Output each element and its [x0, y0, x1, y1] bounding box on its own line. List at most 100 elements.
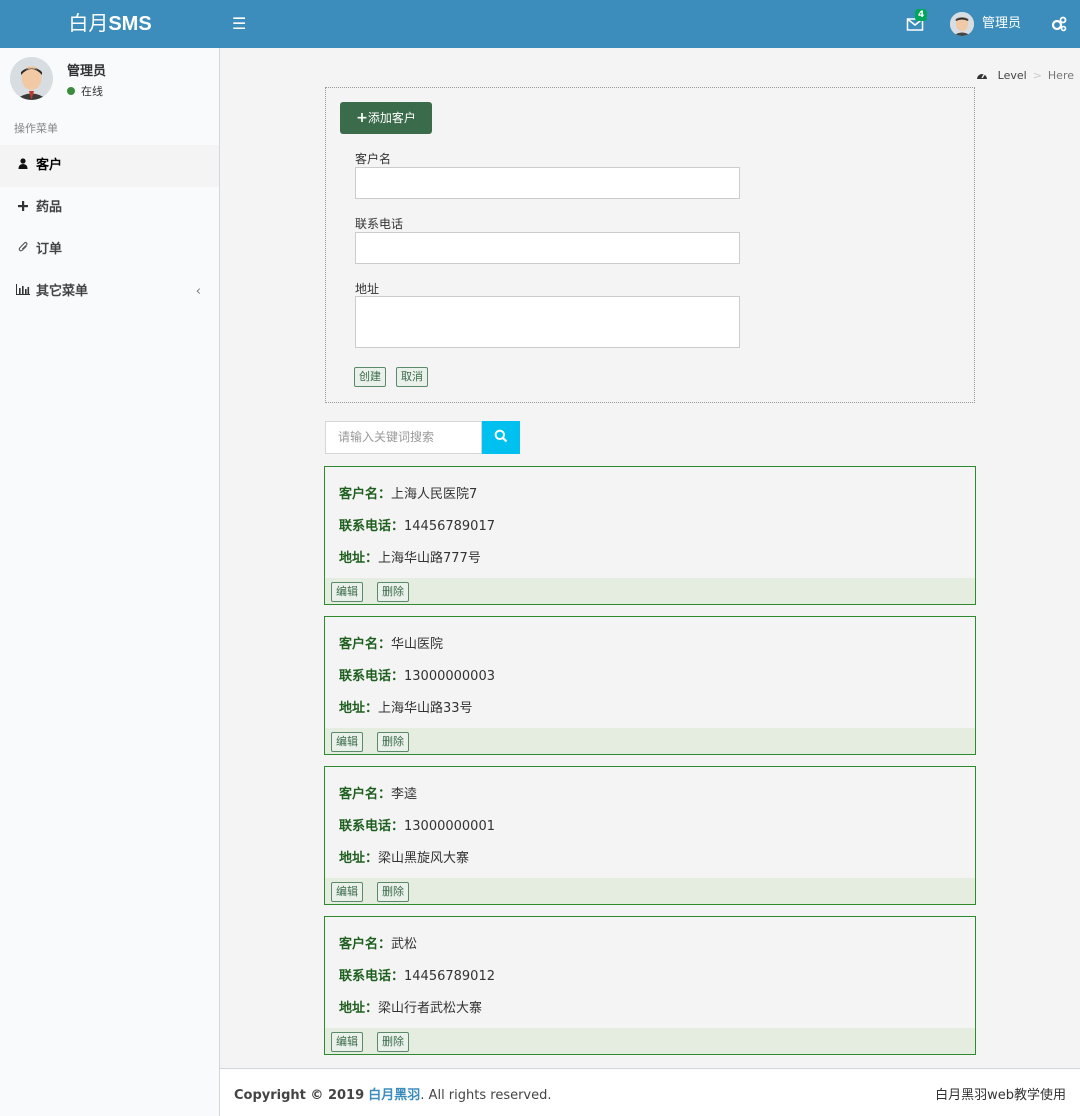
customer-phone-row: 联系电话：14456789012 — [339, 965, 495, 984]
customer-address-label: 地址： — [339, 701, 379, 716]
delete-button[interactable]: 删除 — [377, 732, 409, 752]
customer-name-row: 客户名：李逵 — [339, 783, 417, 802]
user-icon — [16, 145, 30, 187]
phone-field[interactable] — [355, 232, 740, 264]
breadcrumb-here: Here — [1047, 69, 1074, 82]
avatar — [10, 57, 53, 100]
customer-name-row: 客户名：华山医院 — [339, 633, 443, 652]
customer-phone-label: 联系电话： — [339, 519, 405, 534]
customer-card: 客户名：上海人民医院7 联系电话：14456789017 地址：上海华山路777… — [324, 466, 976, 605]
search-button[interactable] — [482, 421, 520, 454]
copyright: Copyright © 2019 白月黑羽. All rights reserv… — [234, 1084, 552, 1103]
customer-name-label: 客户名： — [339, 787, 392, 802]
customer-actions: 编辑 删除 — [325, 1028, 975, 1054]
customer-address-label: 地址： — [339, 851, 379, 866]
copyright-prefix: Copyright © 2019 — [234, 1088, 365, 1103]
edit-button[interactable]: 编辑 — [331, 882, 363, 902]
sidebar-item-customers[interactable]: 客户 — [0, 145, 219, 187]
top-navbar: 白月SMS ☰ 4 管理员 — [0, 0, 1080, 48]
breadcrumb: Level > Here — [976, 69, 1074, 82]
sidebar-item-orders[interactable]: 订单 — [0, 229, 219, 271]
sidebar-item-label: 客户 — [36, 158, 63, 173]
customer-phone-row: 联系电话：13000000001 — [339, 815, 495, 834]
sidebar-item-medicines[interactable]: 药品 — [0, 187, 219, 229]
customer-address-row: 地址：梁山黑旋风大寨 — [339, 847, 469, 866]
main-content: Level > Here +添加客户 客户名 联系电话 地址 创建 取消 请输入关键… — [220, 48, 1080, 1068]
bar-chart-icon — [16, 271, 30, 313]
customer-name-label: 客户名： — [339, 487, 392, 502]
delete-button[interactable]: 删除 — [377, 582, 409, 602]
add-customer-button-label: 添加客户 — [367, 111, 416, 125]
add-customer-button[interactable]: +添加客户 — [340, 102, 432, 134]
gears-icon[interactable] — [1050, 14, 1068, 34]
search-bar: 请输入关键词搜索 — [325, 421, 521, 454]
app-logo[interactable]: 白月SMS — [0, 0, 220, 48]
delete-button[interactable]: 删除 — [377, 882, 409, 902]
create-button[interactable]: 创建 — [354, 367, 386, 387]
customer-address-value: 上海华山路777号 — [378, 551, 481, 566]
customer-phone-value: 13000000001 — [404, 819, 495, 834]
sidebar-section-header: 操作菜单 — [14, 122, 58, 135]
address-textarea[interactable] — [355, 296, 740, 348]
chevron-left-icon: ‹ — [195, 284, 201, 299]
plus-icon — [16, 187, 30, 229]
sidebar: 管理员 在线 操作菜单 客户 药品 订单 其它菜单 ‹ — [0, 48, 220, 1116]
customer-actions: 编辑 删除 — [325, 878, 975, 904]
brand-link[interactable]: 白月黑羽 — [368, 1088, 420, 1103]
customer-phone-label: 联系电话： — [339, 669, 405, 684]
customer-card: 客户名：华山医院 联系电话：13000000003 地址：上海华山路33号 编辑… — [324, 616, 976, 755]
customer-name-label: 客户名： — [339, 937, 392, 952]
copyright-suffix: . All rights reserved. — [420, 1088, 552, 1103]
add-customer-form: +添加客户 客户名 联系电话 地址 创建 取消 — [325, 87, 975, 403]
customer-name-field[interactable] — [355, 167, 740, 199]
customer-name-label: 客户名： — [339, 637, 392, 652]
sidebar-item-label: 其它菜单 — [36, 284, 89, 299]
breadcrumb-separator: > — [1032, 69, 1042, 82]
customer-address-value: 梁山行者武松大寨 — [378, 1001, 483, 1016]
sidebar-item-label: 药品 — [36, 200, 63, 215]
address-label: 地址 — [355, 282, 380, 296]
sidebar-item-label: 订单 — [36, 242, 63, 257]
sidebar-user-name: 管理员 — [67, 64, 107, 79]
customer-address-label: 地址： — [339, 551, 379, 566]
user-menu-name[interactable]: 管理员 — [982, 15, 1021, 33]
customer-address-label: 地址： — [339, 1001, 379, 1016]
breadcrumb-level[interactable]: Level — [998, 69, 1027, 82]
paperclip-icon — [16, 229, 30, 271]
phone-label: 联系电话 — [355, 217, 404, 231]
customer-card: 客户名：武松 联系电话：14456789012 地址：梁山行者武松大寨 编辑 删… — [324, 916, 976, 1055]
edit-button[interactable]: 编辑 — [331, 582, 363, 602]
customer-phone-label: 联系电话： — [339, 969, 405, 984]
delete-button[interactable]: 删除 — [377, 1032, 409, 1052]
plus-icon: + — [356, 110, 368, 126]
customer-name-row: 客户名：武松 — [339, 933, 417, 952]
customer-actions: 编辑 删除 — [325, 578, 975, 604]
sidebar-item-other-menu[interactable]: 其它菜单 ‹ — [0, 271, 219, 313]
online-status-text: 在线 — [81, 85, 103, 98]
online-status: 在线 — [67, 83, 103, 99]
footer-note: 白月黑羽web教学使用 — [935, 1088, 1066, 1103]
customer-actions: 编辑 删除 — [325, 728, 975, 754]
avatar[interactable] — [950, 12, 974, 36]
menu-toggle-icon[interactable]: ☰ — [232, 13, 248, 35]
customer-name-value: 武松 — [391, 937, 418, 952]
logo-light-text: 白月 — [68, 13, 109, 35]
customer-name-value: 李逵 — [391, 787, 418, 802]
customer-phone-label: 联系电话： — [339, 819, 405, 834]
online-dot-icon — [67, 87, 75, 95]
search-input[interactable]: 请输入关键词搜索 — [325, 421, 482, 454]
notification-badge: 4 — [915, 9, 928, 21]
customer-phone-row: 联系电话：13000000003 — [339, 665, 495, 684]
cancel-button[interactable]: 取消 — [396, 367, 428, 387]
customer-address-row: 地址：梁山行者武松大寨 — [339, 997, 482, 1016]
dashboard-icon — [976, 69, 998, 82]
customer-address-value: 上海华山路33号 — [378, 701, 473, 716]
customer-card: 客户名：李逵 联系电话：13000000001 地址：梁山黑旋风大寨 编辑 删除 — [324, 766, 976, 905]
customer-address-value: 梁山黑旋风大寨 — [378, 851, 470, 866]
footer: Copyright © 2019 白月黑羽. All rights reserv… — [220, 1068, 1080, 1116]
edit-button[interactable]: 编辑 — [331, 1032, 363, 1052]
edit-button[interactable]: 编辑 — [331, 732, 363, 752]
customer-address-row: 地址：上海华山路33号 — [339, 697, 473, 716]
logo-bold-text: SMS — [108, 13, 152, 35]
customer-phone-row: 联系电话：14456789017 — [339, 515, 495, 534]
